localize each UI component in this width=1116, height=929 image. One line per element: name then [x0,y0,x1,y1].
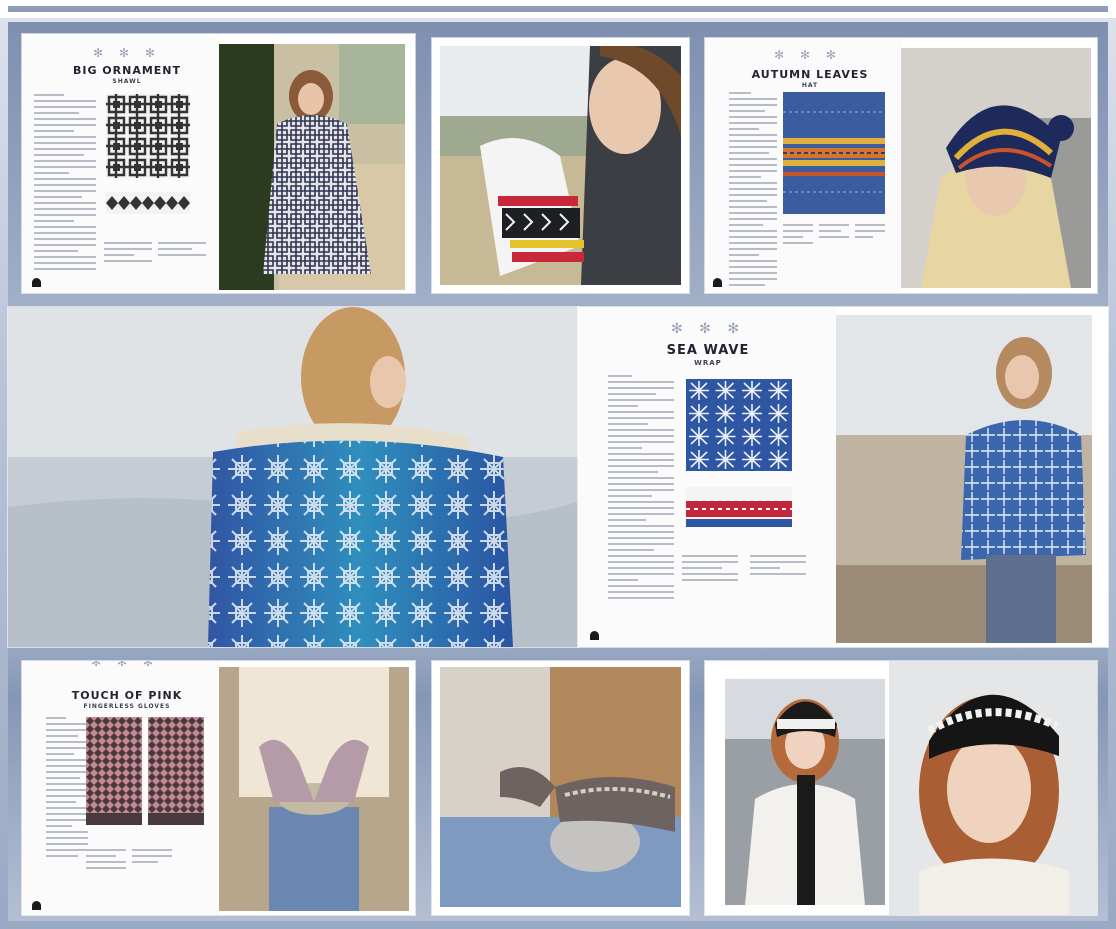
pattern-page: ✻ ✻ ✻ TOUCH OF PINK FINGERLESS GLOVES [22,661,219,915]
knitting-photo-card[interactable] [432,661,689,915]
gloves-model-photo [219,667,409,911]
wave-knitting-chart [686,379,792,471]
top-band [0,0,1116,18]
top-rule [8,6,1108,12]
hat-model-photo [901,48,1091,288]
publisher-logo-icon [32,901,41,910]
bottom-text [682,555,738,585]
pattern-page: ✻ ✻ ✻ AUTUMN LEAVES HAT [705,38,901,293]
hat-closeup-photo [889,661,1097,915]
mittens-photo [440,46,681,285]
instructions-text [46,717,88,861]
publisher-logo-icon [32,278,41,287]
snowflake-ornament-icon: ✻ ✻ ✻ [774,48,842,62]
bottom-text-2 [132,849,172,867]
spread-subtitle: FINGERLESS GLOVES [83,703,171,710]
glove-knitting-chart-right [148,717,204,825]
publisher-logo-icon [590,631,599,640]
autumn-knitting-chart [783,92,885,214]
instructions-text [608,375,674,603]
spread-title: AUTUMN LEAVES [751,68,869,81]
glove-knitting-chart-left [86,717,142,825]
autumn-leaves-spread[interactable]: ✻ ✻ ✻ AUTUMN LEAVES HAT [705,38,1097,293]
spread-subtitle: HAT [801,82,819,89]
spread-subtitle: SHAWL [112,78,142,85]
ornament-knitting-chart [106,94,190,178]
wrap-model-photo [836,315,1092,643]
border-knitting-chart [106,192,190,214]
mittens-photo-card[interactable] [432,38,689,293]
touch-of-pink-spread[interactable]: ✻ ✻ ✻ TOUCH OF PINK FINGERLESS GLOVES [22,661,415,915]
bottom-text-3 [855,224,885,242]
hat-scarf-full-photo [725,679,885,905]
pattern-page: ✻ ✻ ✻ BIG ORNAMENT SHAWL [22,34,219,293]
publisher-logo-icon [713,278,722,287]
bottom-text-2 [819,224,849,242]
spread-title: BIG ORNAMENT [72,64,182,77]
bottom-text [86,849,126,873]
hat-scarf-photo-card[interactable] [705,661,1097,915]
bottom-text [104,242,152,266]
big-ornament-spread[interactable]: ✻ ✻ ✻ BIG ORNAMENT SHAWL [22,34,415,293]
bottom-text [783,224,813,248]
pattern-page: ✻ ✻ ✻ SEA WAVE WRAP [578,307,836,647]
sea-wave-spread[interactable]: ✻ ✻ ✻ SEA WAVE WRAP [578,307,1108,647]
wrap-back-photo [8,307,578,647]
instructions-text [34,94,96,274]
spread-subtitle: WRAP [694,359,722,367]
snowflake-ornament-icon: ✻ ✻ ✻ [670,321,746,337]
spread-title: TOUCH OF PINK [71,689,183,702]
instructions-text [729,92,777,290]
knitting-photo [440,667,681,907]
bottom-text-2 [750,555,806,579]
snowflake-ornament-icon: ✻ ✻ ✻ [93,46,161,60]
wrap-back-photo-card[interactable] [8,307,578,647]
snowflake-ornament-icon: ✻ ✻ ✻ [91,661,159,669]
spread-title: SEA WAVE [666,343,750,358]
bottom-text-2 [158,242,206,260]
shawl-model-photo [219,44,405,290]
edge-knitting-chart [686,487,792,527]
